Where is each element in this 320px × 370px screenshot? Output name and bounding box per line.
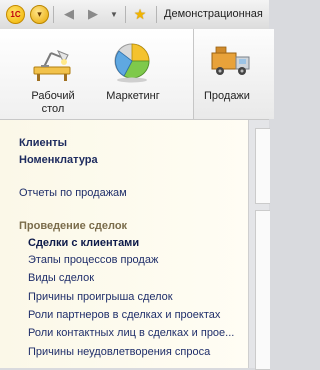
section-sales-label: Продажи bbox=[204, 90, 284, 103]
pie-chart-icon bbox=[114, 43, 150, 83]
section-marketing-label: Маркетинг bbox=[94, 90, 172, 103]
navigation-panel: Клиенты Номенклатура Отчеты по продажам … bbox=[0, 120, 249, 368]
app-logo-text: 1С bbox=[10, 10, 21, 19]
back-button[interactable]: ◀ bbox=[62, 5, 76, 23]
section-desktop[interactable]: Рабочий стол bbox=[14, 29, 92, 119]
main-menu-button[interactable]: ▾ bbox=[30, 5, 49, 24]
work-area-panel bbox=[255, 128, 270, 204]
section-label-text: Маркетинг bbox=[106, 90, 160, 102]
toolbar-divider bbox=[53, 6, 54, 23]
section-desktop-label: Рабочий стол bbox=[14, 90, 92, 116]
star-icon: ★ bbox=[133, 5, 147, 22]
toolbar-divider bbox=[156, 6, 157, 23]
nav-item-deal-types[interactable]: Виды сделок bbox=[28, 272, 94, 285]
nav-item-client-deals[interactable]: Сделки с клиентами bbox=[28, 237, 139, 250]
nav-group-deals: Проведение сделок bbox=[19, 220, 128, 232]
chevron-down-icon: ▾ bbox=[37, 9, 42, 19]
work-area-panel bbox=[255, 210, 270, 370]
forward-button[interactable]: ▶ bbox=[86, 5, 100, 23]
forward-arrow-icon: ▶ bbox=[88, 6, 98, 21]
section-label-text: Продажи bbox=[204, 90, 250, 102]
app-logo-icon[interactable]: 1С bbox=[6, 5, 25, 24]
sections-panel: Рабочий стол Маркетинг Продажи bbox=[0, 29, 274, 120]
toolbar-divider bbox=[125, 6, 126, 23]
section-sales[interactable]: Продажи bbox=[193, 29, 274, 119]
truck-icon bbox=[211, 46, 250, 75]
desk-lamp-icon bbox=[33, 50, 71, 81]
work-area-edge bbox=[249, 120, 270, 370]
back-arrow-icon: ◀ bbox=[64, 6, 74, 21]
title-bar: 1С ▾ ◀ ▶ ▼ ★ Демонстрационная bbox=[0, 0, 269, 30]
nav-item-loss-reasons[interactable]: Причины проигрыша сделок bbox=[28, 291, 173, 304]
nav-item-sales-reports[interactable]: Отчеты по продажам bbox=[19, 187, 127, 200]
nav-item-nomenclature[interactable]: Номенклатура bbox=[19, 154, 98, 167]
nav-item-sales-stages[interactable]: Этапы процессов продаж bbox=[28, 254, 158, 267]
nav-item-unmet-demand-reasons[interactable]: Причины неудовлетворения спроса bbox=[28, 346, 210, 359]
section-marketing[interactable]: Маркетинг bbox=[94, 29, 172, 119]
section-label-text: Рабочий стол bbox=[31, 90, 75, 115]
dropdown-arrow-icon: ▼ bbox=[110, 9, 118, 19]
history-dropdown-button[interactable]: ▼ bbox=[108, 5, 120, 23]
window-title: Демонстрационная bbox=[164, 8, 263, 20]
nav-item-clients[interactable]: Клиенты bbox=[19, 137, 67, 150]
nav-item-contact-roles[interactable]: Роли контактных лиц в сделках и прое... bbox=[28, 327, 234, 340]
favorites-button[interactable]: ★ bbox=[131, 5, 149, 23]
nav-item-partner-roles[interactable]: Роли партнеров в сделках и проектах bbox=[28, 309, 220, 322]
